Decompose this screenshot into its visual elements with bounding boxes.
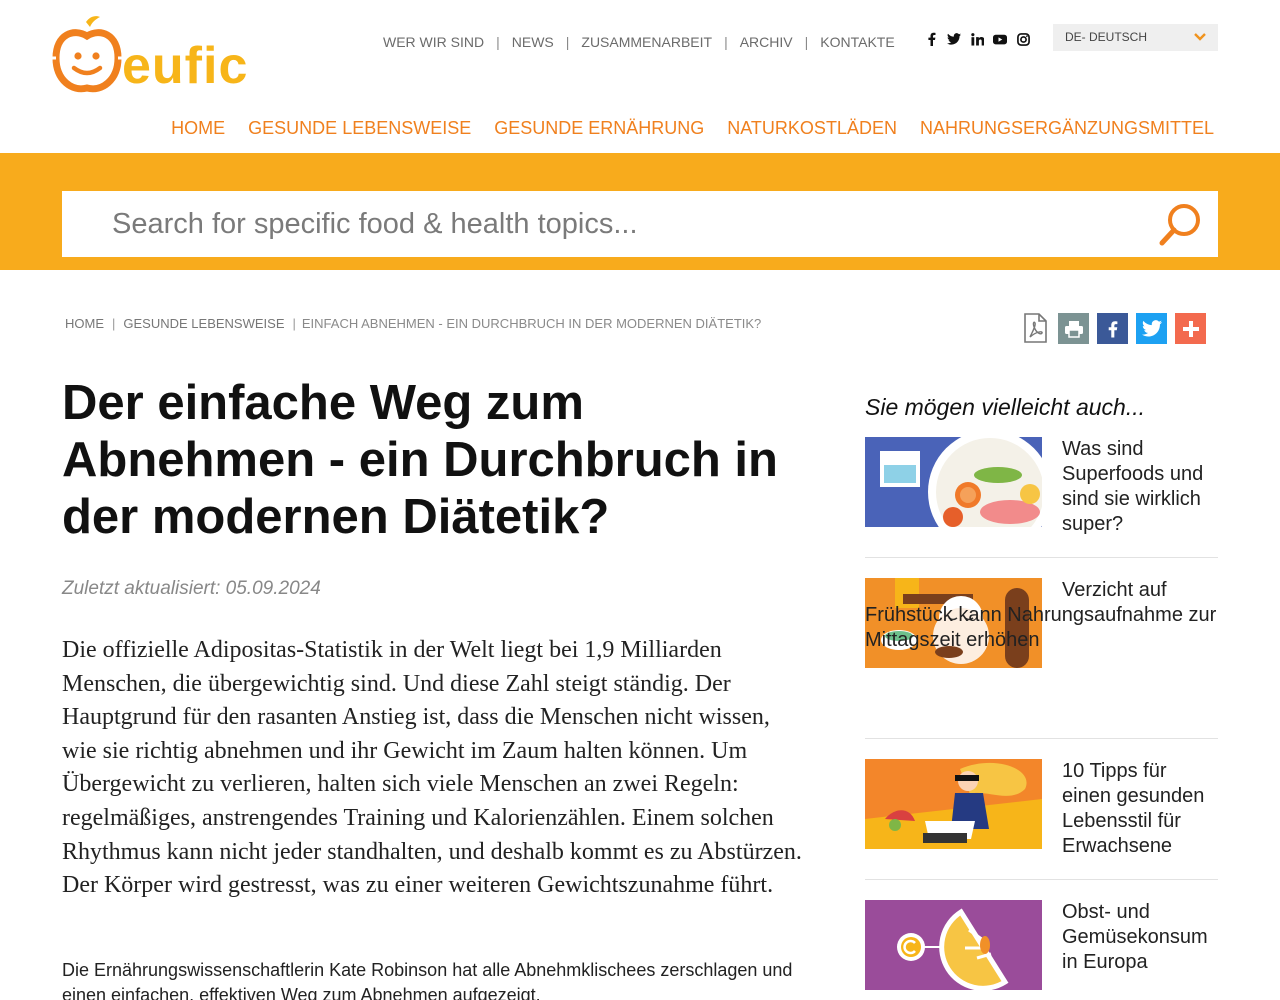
twitter-icon: [1141, 320, 1162, 337]
article-lead: Die offizielle Adipositas-Statistik in d…: [62, 637, 802, 899]
related-card-title: Verzicht auf Frühstück kann Nahrungsaufn…: [865, 579, 1217, 651]
breadcrumb-current: EINFACH ABNEHMEN - EIN DURCHBRUCH IN DER…: [301, 316, 762, 331]
youtube-icon[interactable]: [993, 32, 1007, 46]
article-paragraph: Die Ernährungswissenschaftlerin Kate Rob…: [62, 960, 793, 1000]
topnav-archiv[interactable]: ARCHIV: [740, 34, 793, 50]
topnav-wer-wir-sind[interactable]: WER WIR SIND: [383, 34, 484, 50]
mainnav-nahrungsergaenzungsmittel[interactable]: NAHRUNGSERGÄNZUNGSMITTEL: [920, 118, 1214, 139]
related-card-10-tipps[interactable]: 10 Tipps für einen gesunden Lebensstil f…: [865, 759, 1218, 881]
related-card-title: Was sind Superfoods und sind sie wirklic…: [1062, 438, 1204, 535]
search-button[interactable]: [1156, 201, 1204, 249]
print-icon: [1064, 320, 1083, 338]
mainnav-gesunde-lebensweise[interactable]: GESUNDE LEBENSWEISE: [248, 118, 471, 139]
plus-icon: [1182, 320, 1199, 337]
topnav-kontakte[interactable]: KONTAKTE: [820, 34, 894, 50]
search-box: [62, 191, 1218, 257]
topnav-zusammenarbeit[interactable]: ZUSAMMENARBEIT: [581, 34, 712, 50]
pdf-button[interactable]: [1019, 313, 1050, 344]
mainnav-home[interactable]: HOME: [171, 118, 225, 139]
related-card-title: 10 Tipps für einen gesunden Lebensstil f…: [1062, 760, 1205, 857]
search-icon: [1159, 204, 1200, 246]
related-card-fruehstueck[interactable]: Verzicht auf Frühstück kann Nahrungsaufn…: [865, 578, 1218, 740]
apple-logo-icon: [52, 16, 122, 93]
instagram-icon[interactable]: [1016, 32, 1030, 46]
related-card-obst-gemuese[interactable]: Obst- und Gemüsekonsum in Europa: [865, 900, 1218, 1000]
divider: [865, 557, 1218, 558]
share-facebook-button[interactable]: [1097, 313, 1128, 344]
pdf-icon: [1023, 313, 1047, 343]
breadcrumb: HOME | GESUNDE LEBENSWEISE | EINFACH ABN…: [65, 316, 762, 331]
breadcrumb-gesunde-lebensweise[interactable]: GESUNDE LEBENSWEISE: [123, 316, 284, 331]
breadcrumb-home[interactable]: HOME: [65, 316, 104, 331]
facebook-icon[interactable]: [924, 32, 938, 46]
related-card-superfoods[interactable]: Was sind Superfoods und sind sie wirklic…: [865, 437, 1218, 559]
chevron-down-icon: [1194, 30, 1206, 44]
print-button[interactable]: [1058, 313, 1089, 344]
facebook-icon: [1108, 320, 1118, 338]
divider: [865, 879, 1218, 880]
article-title: Der einfache Weg zum Abnehmen - ein Durc…: [62, 376, 778, 544]
share-twitter-button[interactable]: [1136, 313, 1167, 344]
language-select[interactable]: DE- DEUTSCH: [1053, 24, 1218, 51]
last-updated: Zuletzt aktualisiert: 05.09.2024: [62, 578, 321, 599]
site-header: eufic WER WIR SIND | NEWS | ZUSAMMENARBE…: [0, 0, 1280, 153]
topnav-news[interactable]: NEWS: [512, 34, 554, 50]
search-band: [0, 153, 1280, 270]
share-more-button[interactable]: [1175, 313, 1206, 344]
mainnav-gesunde-ernaehrung[interactable]: GESUNDE ERNÄHRUNG: [494, 118, 704, 139]
logo-wordmark: eufic: [122, 37, 249, 95]
main-navigation: HOME GESUNDE LEBENSWEISE GESUNDE ERNÄHRU…: [171, 118, 1214, 139]
language-selected: DE- DEUTSCH: [1065, 30, 1148, 44]
twitter-icon[interactable]: [947, 32, 961, 46]
social-links: [924, 32, 1030, 46]
top-navigation: WER WIR SIND | NEWS | ZUSAMMENARBEIT | A…: [383, 34, 895, 50]
divider: [865, 738, 1218, 739]
mainnav-naturkostlaeden[interactable]: NATURKOSTLÄDEN: [727, 118, 897, 139]
share-toolbar: [1019, 313, 1206, 344]
eufic-logo[interactable]: eufic: [52, 14, 262, 96]
superfoods-thumbnail: [865, 437, 1042, 527]
search-input[interactable]: [62, 191, 1142, 257]
lebensstil-thumbnail: [865, 759, 1042, 849]
obst-thumbnail: [865, 900, 1042, 990]
linkedin-icon[interactable]: [970, 32, 984, 46]
related-card-title: Obst- und Gemüsekonsum in Europa: [1062, 901, 1208, 973]
related-heading: Sie mögen vielleicht auch...: [865, 394, 1145, 420]
